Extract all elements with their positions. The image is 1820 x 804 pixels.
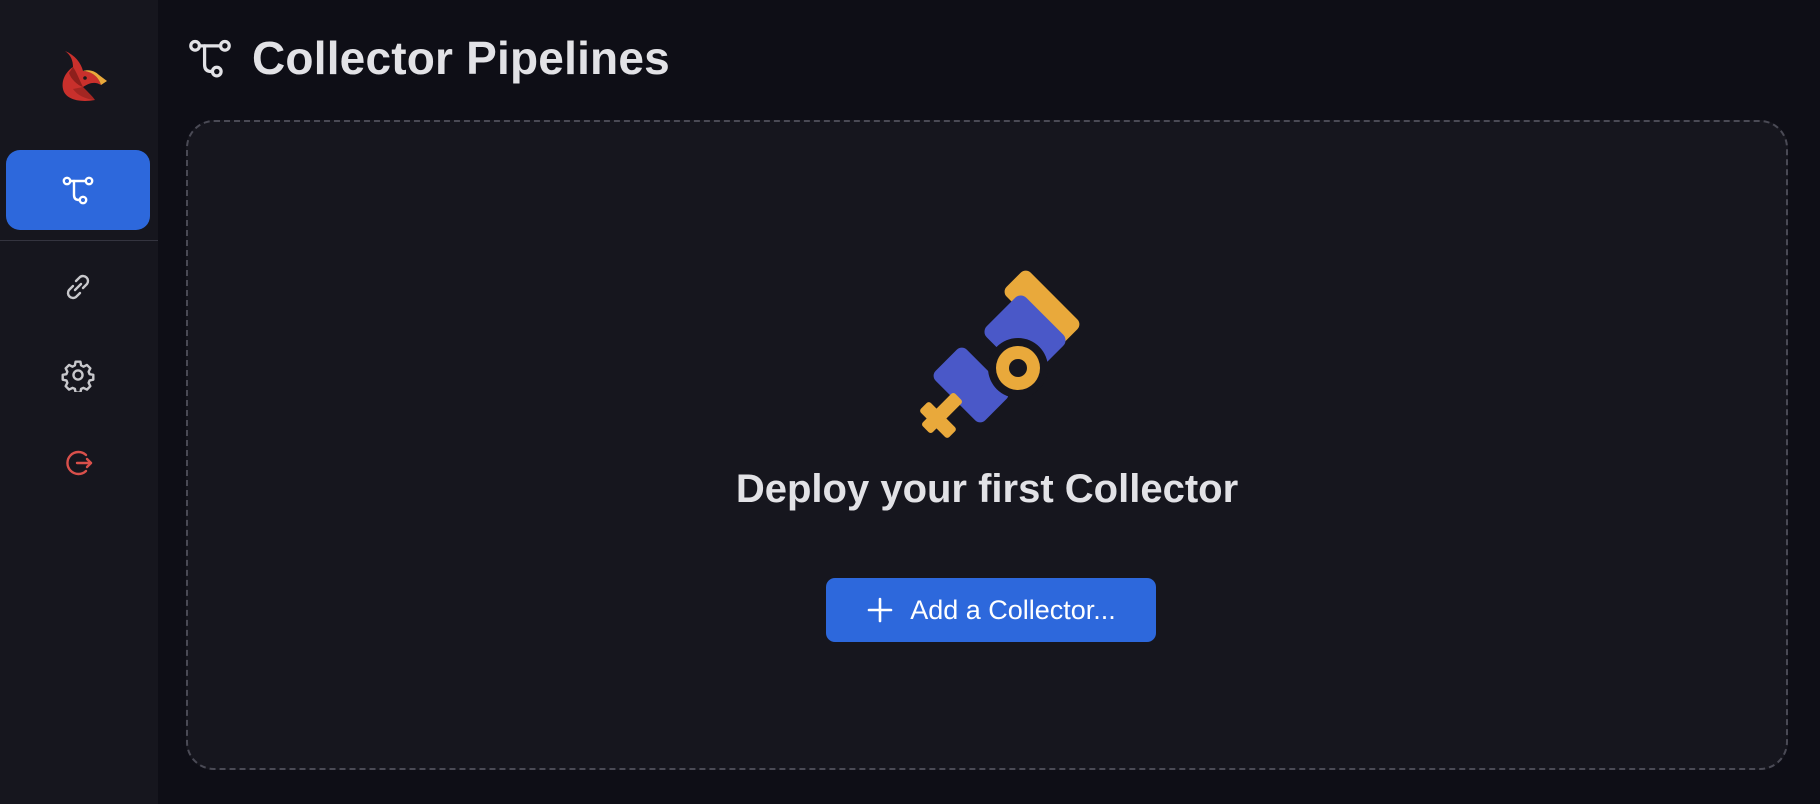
plus-icon (866, 596, 894, 624)
page-header: Collector Pipelines (186, 28, 670, 88)
sidebar-item-pipelines[interactable] (6, 150, 150, 230)
empty-state-card: Deploy your first Collector Add a Collec… (186, 120, 1788, 770)
pipeline-icon (62, 176, 94, 205)
logout-icon (66, 450, 93, 476)
sidebar-item-links[interactable] (6, 247, 150, 327)
link-icon (66, 274, 90, 300)
page-title: Collector Pipelines (252, 32, 670, 84)
telescope-icon (893, 248, 1103, 448)
sidebar (0, 0, 158, 804)
sidebar-divider (0, 240, 158, 241)
main-content: Collector Pipelines Deploy your first Co… (158, 0, 1820, 804)
pipeline-icon (186, 34, 234, 82)
sidebar-item-settings[interactable] (6, 335, 150, 415)
gear-icon (61, 360, 95, 392)
empty-state-title: Deploy your first Collector (735, 467, 1239, 511)
add-collector-button-label: Add a Collector... (910, 594, 1116, 625)
app: Collector Pipelines Deploy your first Co… (0, 0, 1820, 804)
cardinal-logo-icon[interactable] (55, 45, 110, 105)
add-collector-button[interactable]: Add a Collector... (826, 578, 1156, 642)
sidebar-item-logout[interactable] (6, 423, 150, 503)
